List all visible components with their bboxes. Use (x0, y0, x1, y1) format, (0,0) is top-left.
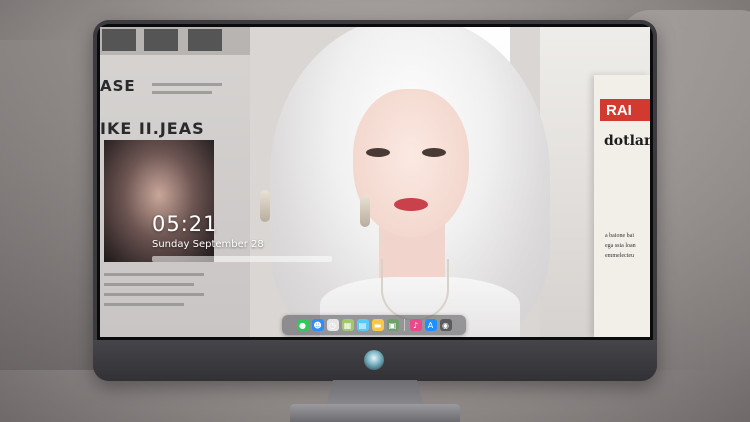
news-thumb (188, 29, 222, 51)
news-thumb (102, 29, 136, 51)
paper-red-banner: RAI (600, 99, 650, 121)
news-thumb (144, 29, 178, 51)
wallpaper-earring (360, 195, 370, 227)
lockscreen-date: Sunday September 28 (152, 239, 264, 250)
wallpaper-eye (422, 148, 446, 157)
music-icon[interactable]: ♪ (409, 319, 422, 331)
wallpaper-newspapers-left: ASE IKE II.JEAS (100, 27, 250, 337)
lockscreen-time: 05:21 (152, 212, 218, 236)
paper-text: emmelecteu (605, 253, 634, 259)
dock: ● ☻ ◷ ▦ ▤ ▬ ▣ ♪ A ◉ (282, 315, 466, 335)
screen: ASE IKE II.JEAS RAI dotlan a baione bai … (100, 27, 650, 337)
news-headline: ASE (100, 77, 136, 95)
monitor-chin (93, 340, 657, 381)
paper-text: a baione bai (605, 233, 634, 239)
news-line (104, 283, 194, 286)
monitor-stand-base (290, 404, 460, 422)
news-line (152, 91, 212, 94)
messages-icon[interactable]: ● (296, 319, 309, 331)
news-line (152, 83, 222, 86)
paper-headline: dotlan (604, 133, 650, 149)
news-line (104, 293, 204, 296)
news-line (104, 273, 204, 276)
dock-separator (403, 319, 405, 331)
camera-icon[interactable]: ◉ (439, 319, 452, 331)
finder-icon[interactable]: ☻ (311, 319, 324, 331)
news-headline: IKE II.JEAS (100, 119, 205, 138)
wallpaper-lips (394, 198, 428, 211)
paper-text: ega ssia loan (605, 243, 636, 249)
app-store-icon[interactable]: A (424, 319, 437, 331)
wallpaper-earring (260, 190, 270, 222)
lockscreen-notification-line (152, 256, 332, 262)
photos-icon[interactable]: ▤ (356, 319, 369, 331)
wallpaper-eye (366, 148, 390, 157)
clock-icon[interactable]: ◷ (326, 319, 339, 331)
maps-icon[interactable]: ▦ (341, 319, 354, 331)
notes-icon[interactable]: ▬ (371, 319, 384, 331)
news-line (104, 303, 184, 306)
wallpaper-face (353, 89, 469, 237)
news-header-strip (100, 27, 250, 55)
preview-icon[interactable]: ▣ (386, 319, 399, 331)
monitor-logo-icon (364, 350, 384, 370)
wallpaper-necklace (381, 259, 449, 321)
